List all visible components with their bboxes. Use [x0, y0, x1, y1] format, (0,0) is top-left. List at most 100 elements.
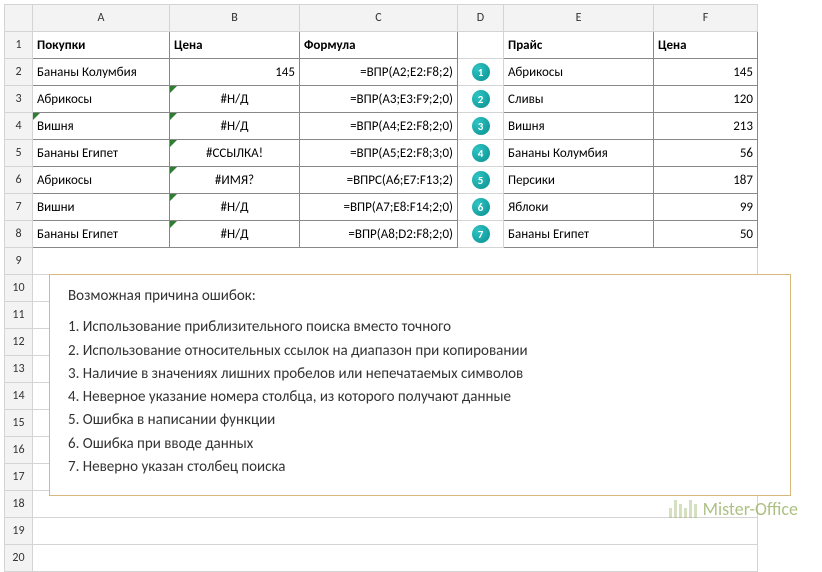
cell-B4[interactable]: #Н/Д — [170, 113, 300, 140]
cell-C5[interactable]: =ВПР(A5;E2:F8;3;0) — [300, 140, 458, 167]
cell-C4[interactable]: =ВПР(A4;E2:F8;2;0) — [300, 113, 458, 140]
textbox-item: 7. Неверно указан столбец поиска — [68, 456, 772, 479]
cell-C1[interactable]: Формула — [300, 32, 458, 59]
cell-D4[interactable]: 3 — [458, 113, 504, 140]
col-header-D[interactable]: D — [458, 5, 504, 32]
cell-E5[interactable]: Бананы Колумбия — [504, 140, 654, 167]
badge-icon: 4 — [472, 144, 490, 162]
cell-F6[interactable]: 187 — [654, 167, 758, 194]
cell-B5[interactable]: #ССЫЛКА! — [170, 140, 300, 167]
data-row: 6 Абрикосы #ИМЯ? =ВПРС(A6;E7:F13;2) 5 Пе… — [5, 167, 758, 194]
cell-B3[interactable]: #Н/Д — [170, 86, 300, 113]
cell-B7[interactable]: #Н/Д — [170, 194, 300, 221]
col-header-A[interactable]: A — [33, 5, 170, 32]
row-header-5[interactable]: 5 — [5, 140, 33, 167]
cell-F4[interactable]: 213 — [654, 113, 758, 140]
corner-cell[interactable] — [5, 5, 33, 32]
row-header-19[interactable]: 19 — [5, 518, 33, 545]
cell-C3[interactable]: =ВПР(A3;E3:F9;2;0) — [300, 86, 458, 113]
row-header-12[interactable]: 12 — [5, 329, 33, 356]
row-header-8[interactable]: 8 — [5, 221, 33, 248]
cell-D1[interactable] — [458, 32, 504, 59]
cell-E7[interactable]: Яблоки — [504, 194, 654, 221]
row-header-4[interactable]: 4 — [5, 113, 33, 140]
cell-B6[interactable]: #ИМЯ? — [170, 167, 300, 194]
row-header-13[interactable]: 13 — [5, 356, 33, 383]
col-header-F[interactable]: F — [654, 5, 758, 32]
textbox-item: 3. Наличие в значениях лишних пробелов и… — [68, 363, 772, 386]
cell-B2[interactable]: 145 — [170, 59, 300, 86]
cell-A6[interactable]: Абрикосы — [33, 167, 170, 194]
cell-A4[interactable]: Вишня — [33, 113, 170, 140]
textbox-item: 1. Использование приблизительного поиска… — [68, 316, 772, 339]
cell-D5[interactable]: 4 — [458, 140, 504, 167]
row-header-17[interactable]: 17 — [5, 464, 33, 491]
cell-B8[interactable]: #Н/Д — [170, 221, 300, 248]
cell-D3[interactable]: 2 — [458, 86, 504, 113]
cell-E4[interactable]: Вишня — [504, 113, 654, 140]
cell-D8[interactable]: 7 — [458, 221, 504, 248]
cell-F7[interactable]: 99 — [654, 194, 758, 221]
cell-E1[interactable]: Прайс — [504, 32, 654, 59]
badge-icon: 6 — [472, 198, 490, 216]
cell-A8[interactable]: Бананы Египет — [33, 221, 170, 248]
badge-icon: 2 — [472, 90, 490, 108]
textbox-item: 2. Использование относительных ссылок на… — [68, 340, 772, 363]
cell-F3[interactable]: 120 — [654, 86, 758, 113]
cell-B1[interactable]: Цена — [170, 32, 300, 59]
cell-A3[interactable]: Абрикосы — [33, 86, 170, 113]
cell-A1[interactable]: Покупки — [33, 32, 170, 59]
textbox-item: 4. Неверное указание номера столбца, из … — [68, 386, 772, 409]
cell-D2[interactable]: 1 — [458, 59, 504, 86]
col-header-E[interactable]: E — [504, 5, 654, 32]
data-row: 4 Вишня #Н/Д =ВПР(A4;E2:F8;2;0) 3 Вишня … — [5, 113, 758, 140]
row-header-20[interactable]: 20 — [5, 545, 33, 572]
cell-A2[interactable]: Бананы Колумбия — [33, 59, 170, 86]
header-row: 1 Покупки Цена Формула Прайс Цена — [5, 32, 758, 59]
cell-C2[interactable]: =ВПР(A2;E2:F8;2) — [300, 59, 458, 86]
cell-F8[interactable]: 50 — [654, 221, 758, 248]
cell-C7[interactable]: =ВПР(A7;E8:F14;2;0) — [300, 194, 458, 221]
row-header-3[interactable]: 3 — [5, 86, 33, 113]
cell-A7[interactable]: Вишни — [33, 194, 170, 221]
cell-E2[interactable]: Абрикосы — [504, 59, 654, 86]
cell-C8[interactable]: =ВПР(A8;D2:F8;2;0) — [300, 221, 458, 248]
badge-icon: 3 — [472, 117, 490, 135]
cell-E6[interactable]: Персики — [504, 167, 654, 194]
cell-E3[interactable]: Сливы — [504, 86, 654, 113]
bars-icon — [669, 500, 697, 518]
column-header-row: A B C D E F — [5, 5, 758, 32]
cell-C6[interactable]: =ВПРС(A6;E7:F13;2) — [300, 167, 458, 194]
cell-A5[interactable]: Бананы Египет — [33, 140, 170, 167]
info-textbox[interactable]: Возможная причина ошибок: 1. Использован… — [49, 274, 791, 496]
cell-D7[interactable]: 6 — [458, 194, 504, 221]
cell-F1[interactable]: Цена — [654, 32, 758, 59]
empty-cells[interactable] — [33, 545, 758, 572]
cell-F2[interactable]: 145 — [654, 59, 758, 86]
data-row: 5 Бананы Египет #ССЫЛКА! =ВПР(A5;E2:F8;3… — [5, 140, 758, 167]
empty-cells[interactable] — [33, 518, 758, 545]
textbox-title: Возможная причина ошибок: — [68, 285, 772, 308]
row-header-15[interactable]: 15 — [5, 410, 33, 437]
row-header-16[interactable]: 16 — [5, 437, 33, 464]
cell-E8[interactable]: Бананы Египет — [504, 221, 654, 248]
logo-text: Mister-Office — [703, 498, 798, 520]
badge-icon: 5 — [472, 171, 490, 189]
data-row: 2 Бананы Колумбия 145 =ВПР(A2;E2:F8;2) 1… — [5, 59, 758, 86]
row-header-7[interactable]: 7 — [5, 194, 33, 221]
row-header-1[interactable]: 1 — [5, 32, 33, 59]
row-header-6[interactable]: 6 — [5, 167, 33, 194]
cell-D6[interactable]: 5 — [458, 167, 504, 194]
row-header-9[interactable]: 9 — [5, 248, 33, 275]
row-header-2[interactable]: 2 — [5, 59, 33, 86]
data-row: 7 Вишни #Н/Д =ВПР(A7;E8:F14;2;0) 6 Яблок… — [5, 194, 758, 221]
col-header-C[interactable]: C — [300, 5, 458, 32]
row-header-10[interactable]: 10 — [5, 275, 33, 302]
textbox-item: 5. Ошибка в написании функции — [68, 409, 772, 432]
col-header-B[interactable]: B — [170, 5, 300, 32]
row-header-14[interactable]: 14 — [5, 383, 33, 410]
empty-cells[interactable] — [33, 248, 758, 275]
row-header-18[interactable]: 18 — [5, 491, 33, 518]
cell-F5[interactable]: 56 — [654, 140, 758, 167]
row-header-11[interactable]: 11 — [5, 302, 33, 329]
